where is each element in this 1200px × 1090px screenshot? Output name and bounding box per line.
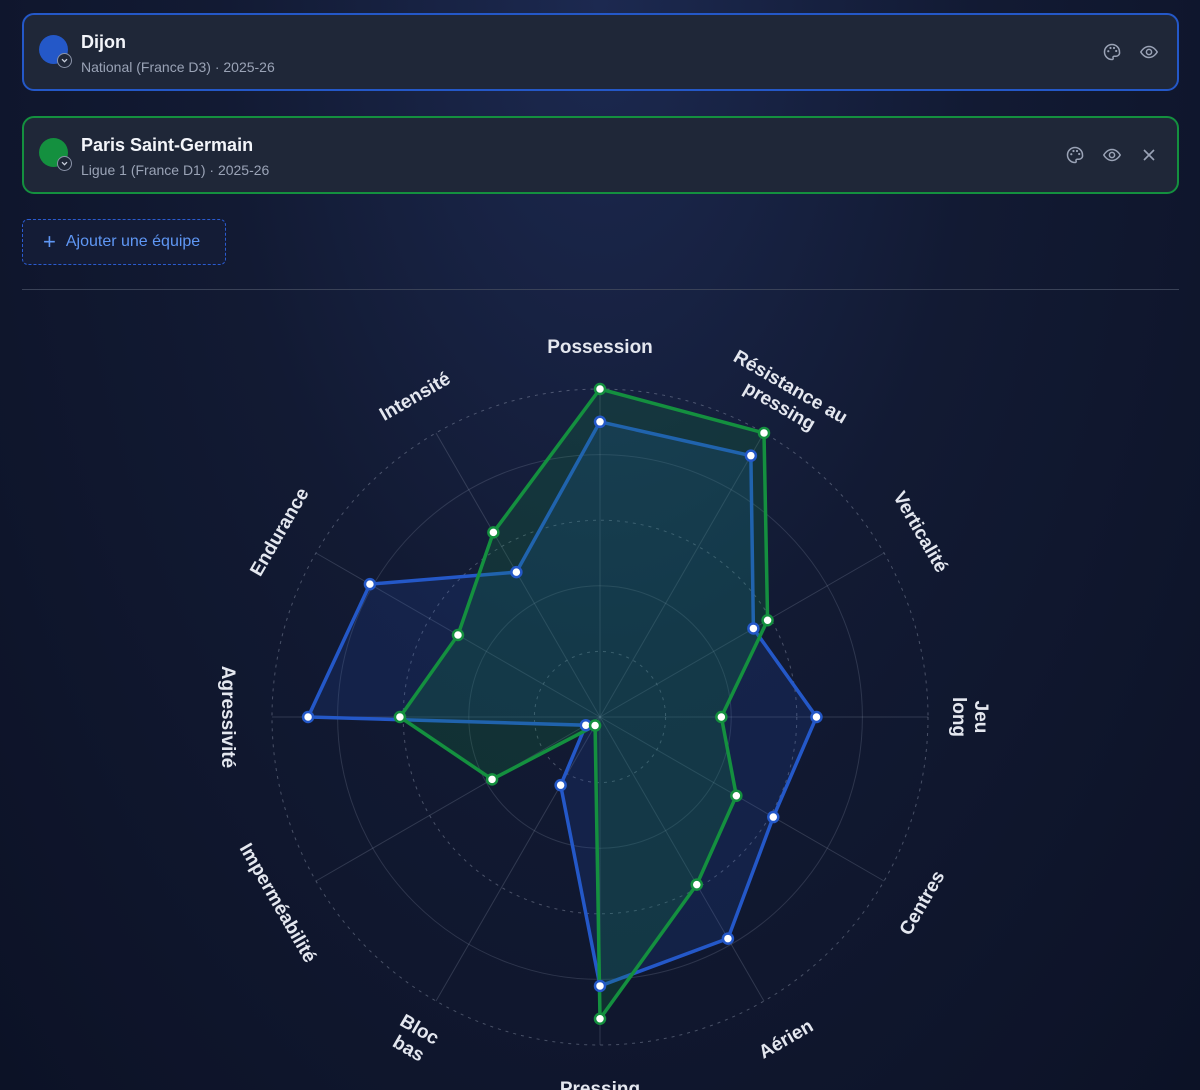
eye-icon[interactable] <box>1101 144 1123 166</box>
axis-label: Endurance <box>246 484 313 580</box>
axis-label: Verticalité <box>888 488 951 576</box>
data-point <box>744 449 758 462</box>
data-point <box>451 628 465 642</box>
chevron-down-icon <box>57 156 72 171</box>
add-team-button[interactable]: + Ajouter une équipe <box>22 219 226 265</box>
data-point <box>510 565 523 579</box>
team-color-dot[interactable] <box>39 138 72 171</box>
radar-chart: Possession Résistance aupressingVerticali… <box>217 337 991 1090</box>
axis-label-line: Intensité <box>376 368 454 425</box>
palette-icon[interactable] <box>1064 144 1086 166</box>
axis-label: Aérien <box>755 1016 817 1064</box>
data-point <box>487 526 500 539</box>
data-point <box>593 382 607 396</box>
axis-label: Jeulong <box>948 697 991 737</box>
team-name: Dijon <box>81 32 126 52</box>
data-point <box>761 613 774 627</box>
data-point <box>730 789 743 802</box>
axis-label-line: Aérien <box>755 1016 817 1064</box>
data-point <box>593 1012 607 1026</box>
data-point <box>301 710 315 724</box>
axis-label: Possession <box>547 337 653 358</box>
axis-label-line: long <box>948 697 969 737</box>
data-point <box>747 622 760 635</box>
axis-label: Imperméabilité <box>235 840 320 967</box>
data-point <box>363 577 377 591</box>
team-card-dijon[interactable]: Dijon National (France D3) · 2025-26 <box>22 13 1179 91</box>
data-point <box>588 719 602 732</box>
axis-label-line: Centres <box>896 867 950 939</box>
team-name: Paris Saint-Germain <box>81 135 254 155</box>
axis-label-line: Pressing <box>560 1079 640 1090</box>
palette-icon[interactable] <box>1101 41 1123 63</box>
close-icon[interactable] <box>1138 144 1160 166</box>
data-point <box>485 773 499 786</box>
axis-label-line: Possession <box>547 337 653 358</box>
team-subtitle: Ligue 1 (France D1) · 2025-26 <box>81 162 270 178</box>
data-point <box>757 426 771 440</box>
data-point <box>393 710 407 724</box>
axis-label: Blocbas <box>385 1011 443 1069</box>
axis-label-line: Endurance <box>246 484 313 580</box>
data-point <box>593 415 607 429</box>
axis-label-line: Imperméabilité <box>235 840 320 967</box>
data-point <box>715 710 728 724</box>
eye-icon[interactable] <box>1138 41 1160 63</box>
axis-label: Centres <box>896 867 950 939</box>
team-card-psg[interactable]: Paris Saint-Germain Ligue 1 (France D1) … <box>22 116 1179 194</box>
axis-label-line: Verticalité <box>888 488 951 576</box>
axis-label: Intensité <box>376 368 454 425</box>
data-point <box>721 932 735 945</box>
add-team-label: Ajouter une équipe <box>65 233 201 250</box>
data-point <box>810 710 823 724</box>
team-subtitle: National (France D3) · 2025-26 <box>81 59 275 75</box>
plus-icon: + <box>43 229 56 254</box>
data-point <box>767 810 780 824</box>
axis-label: Pressing <box>560 1079 640 1090</box>
chevron-down-icon <box>57 53 72 68</box>
axis-label-line: Jeu <box>970 701 991 734</box>
axis-label-line: Agressivité <box>217 666 238 768</box>
team-color-dot[interactable] <box>39 35 72 68</box>
axis-label: Agressivité <box>217 666 238 768</box>
data-point <box>554 778 567 792</box>
data-point <box>593 979 607 993</box>
data-point <box>690 878 704 891</box>
